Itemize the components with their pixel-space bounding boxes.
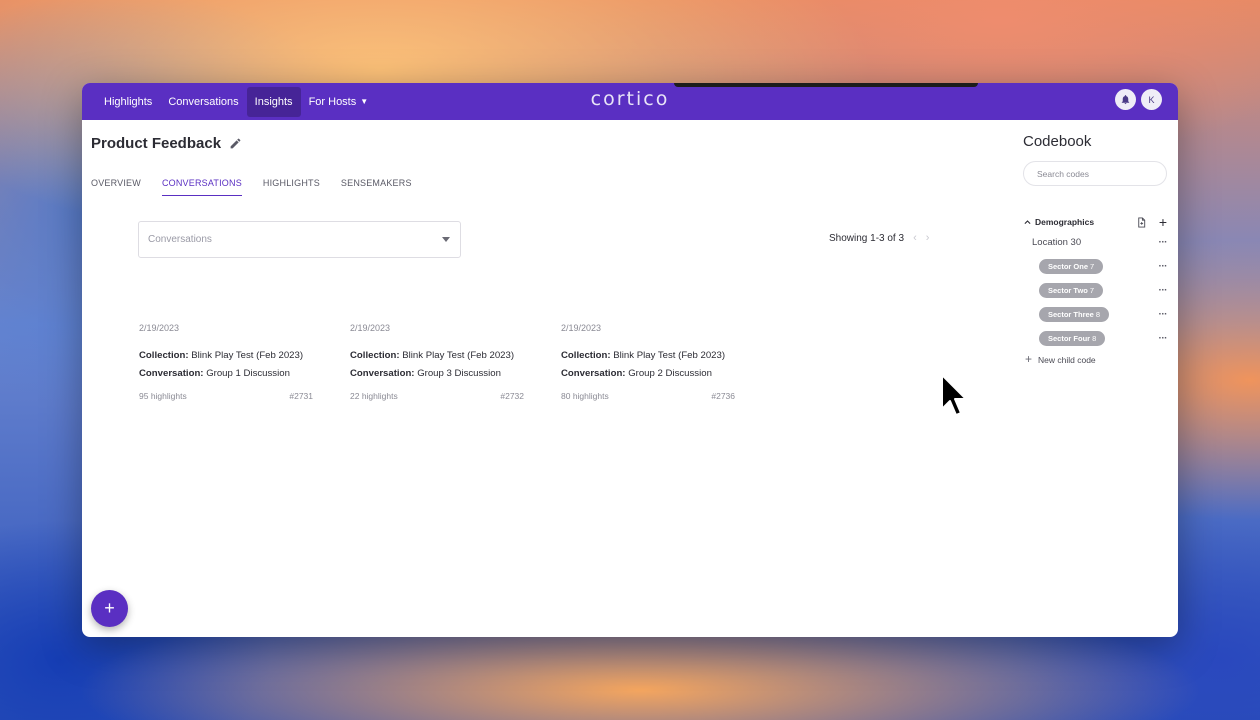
conversation-cards: 2/19/2023 Collection: Blink Play Test (F… (139, 323, 735, 401)
pagination-text: Showing 1-3 of 3 (829, 232, 905, 244)
more-options-icon[interactable]: ··· (1159, 309, 1168, 320)
card-conversation: Conversation: Group 3 Discussion (350, 365, 524, 383)
window-notch (674, 83, 978, 87)
card-date: 2/19/2023 (139, 323, 180, 333)
codebook-chip-row: Sector One 7 ··· (1023, 254, 1167, 278)
card-conversation-label: Conversation: (350, 368, 415, 379)
card-id: #2732 (500, 391, 524, 401)
codebook-title: Codebook (1023, 133, 1092, 150)
card-conversation-label: Conversation: (561, 368, 626, 379)
conversation-card[interactable]: 2/19/2023 Collection: Blink Play Test (F… (350, 323, 524, 401)
codebook-chip-row: Sector Two 7 ··· (1023, 278, 1167, 302)
new-child-code-button[interactable]: + New child code (1025, 352, 1167, 366)
code-chip-label: Sector Three (1048, 309, 1094, 319)
codebook-panel: Codebook Search codes Demographics + Loc… (1023, 133, 1167, 365)
card-collection: Collection: Blink Play Test (Feb 2023) (350, 347, 524, 365)
more-options-icon[interactable]: ··· (1159, 333, 1168, 344)
tab-highlights[interactable]: HIGHLIGHTS (263, 178, 320, 196)
page-title-row: Product Feedback (91, 135, 242, 152)
page-title: Product Feedback (91, 135, 222, 152)
code-chip-count: 8 (1092, 333, 1097, 343)
card-date: 2/19/2023 (350, 323, 391, 333)
code-chip-count: 7 (1089, 285, 1095, 295)
new-child-code-label: New child code (1038, 354, 1096, 365)
page-tabs: OVERVIEW CONVERSATIONS HIGHLIGHTS SENSEM… (91, 178, 412, 196)
add-fab-button[interactable]: + (91, 590, 128, 627)
code-chip[interactable]: Sector Two 7 (1039, 282, 1104, 298)
card-collection-label: Collection: (561, 350, 611, 361)
card-conversation-value: Group 3 Discussion (417, 368, 501, 379)
codebook-chip-row: Sector Four 8 ··· (1023, 326, 1167, 350)
code-chip-label: Sector One (1048, 261, 1089, 271)
code-chip-count: 7 (1090, 261, 1095, 271)
codebook-group-header: Demographics + (1023, 214, 1167, 230)
card-footer: 80 highlights #2736 (561, 391, 735, 401)
card-collection-value: Blink Play Test (Feb 2023) (191, 350, 304, 361)
prev-page-icon[interactable]: ‹ (913, 232, 917, 244)
code-chip-label: Sector Two (1048, 285, 1088, 295)
edit-pencil-icon[interactable] (229, 137, 242, 150)
card-highlights-count: 80 highlights (561, 391, 609, 401)
conversations-select[interactable]: Conversations (138, 221, 461, 258)
card-collection-value: Blink Play Test (Feb 2023) (402, 350, 515, 361)
card-highlights-count: 95 highlights (139, 391, 187, 401)
more-options-icon[interactable]: ··· (1159, 285, 1168, 296)
pagination: Showing 1-3 of 3 ‹ › (829, 232, 929, 244)
code-chip-count: 8 (1095, 309, 1101, 319)
tab-conversations[interactable]: CONVERSATIONS (161, 178, 242, 196)
top-navbar: Highlights Conversations Insights For Ho… (82, 83, 1178, 120)
card-footer: 22 highlights #2732 (350, 391, 524, 401)
add-code-icon[interactable]: + (1159, 215, 1167, 229)
codebook-chip-row: Sector Three 8 ··· (1023, 302, 1167, 326)
card-conversation-value: Group 1 Discussion (206, 368, 290, 379)
card-conversation: Conversation: Group 2 Discussion (561, 365, 735, 383)
conversation-card[interactable]: 2/19/2023 Collection: Blink Play Test (F… (561, 323, 735, 401)
codebook-group-actions: + (1136, 215, 1167, 229)
tab-overview[interactable]: OVERVIEW (91, 178, 141, 196)
card-conversation: Conversation: Group 1 Discussion (139, 365, 313, 383)
card-collection-value: Blink Play Test (Feb 2023) (613, 350, 726, 361)
more-options-icon[interactable]: ··· (1159, 237, 1168, 248)
add-file-icon[interactable] (1136, 216, 1147, 228)
chevron-up-icon (1024, 219, 1031, 224)
code-chip-label: Sector Four (1048, 333, 1091, 343)
card-id: #2736 (711, 391, 735, 401)
code-chip[interactable]: Sector Four 8 (1039, 330, 1106, 346)
card-conversation-value: Group 2 Discussion (628, 368, 712, 379)
card-collection: Collection: Blink Play Test (Feb 2023) (561, 347, 735, 365)
codebook-group-toggle[interactable]: Demographics (1023, 217, 1094, 227)
more-options-icon[interactable]: ··· (1159, 261, 1168, 272)
nav-right: K (1115, 89, 1162, 110)
card-footer: 95 highlights #2731 (139, 391, 313, 401)
codebook-group-label: Demographics (1035, 217, 1095, 227)
notifications-button[interactable] (1115, 89, 1136, 110)
card-collection: Collection: Blink Play Test (Feb 2023) (139, 347, 313, 365)
conversation-card[interactable]: 2/19/2023 Collection: Blink Play Test (F… (139, 323, 313, 401)
card-collection-label: Collection: (139, 350, 189, 361)
code-chip[interactable]: Sector One 7 (1039, 258, 1104, 274)
next-page-icon[interactable]: › (926, 232, 930, 244)
card-date: 2/19/2023 (561, 323, 602, 333)
card-collection-label: Collection: (350, 350, 400, 361)
plus-icon: + (1025, 352, 1033, 366)
card-id: #2731 (289, 391, 313, 401)
conversations-select-placeholder: Conversations (148, 234, 212, 245)
app-window: Highlights Conversations Insights For Ho… (82, 83, 1178, 637)
code-chip[interactable]: Sector Three 8 (1039, 306, 1110, 322)
codebook-code-row[interactable]: Location 30 ··· (1023, 230, 1167, 254)
bell-icon (1121, 95, 1130, 105)
cortico-logo[interactable]: cortico (82, 88, 1178, 110)
mouse-pointer-icon (941, 374, 967, 416)
dropdown-arrow-icon (442, 237, 450, 242)
user-avatar-button[interactable]: K (1141, 89, 1162, 110)
card-conversation-label: Conversation: (139, 368, 204, 379)
codebook-search-input[interactable]: Search codes (1023, 161, 1167, 186)
card-highlights-count: 22 highlights (350, 391, 398, 401)
codebook-code-label: Location 30 (1032, 236, 1082, 248)
tab-sensemakers[interactable]: SENSEMAKERS (341, 178, 412, 196)
